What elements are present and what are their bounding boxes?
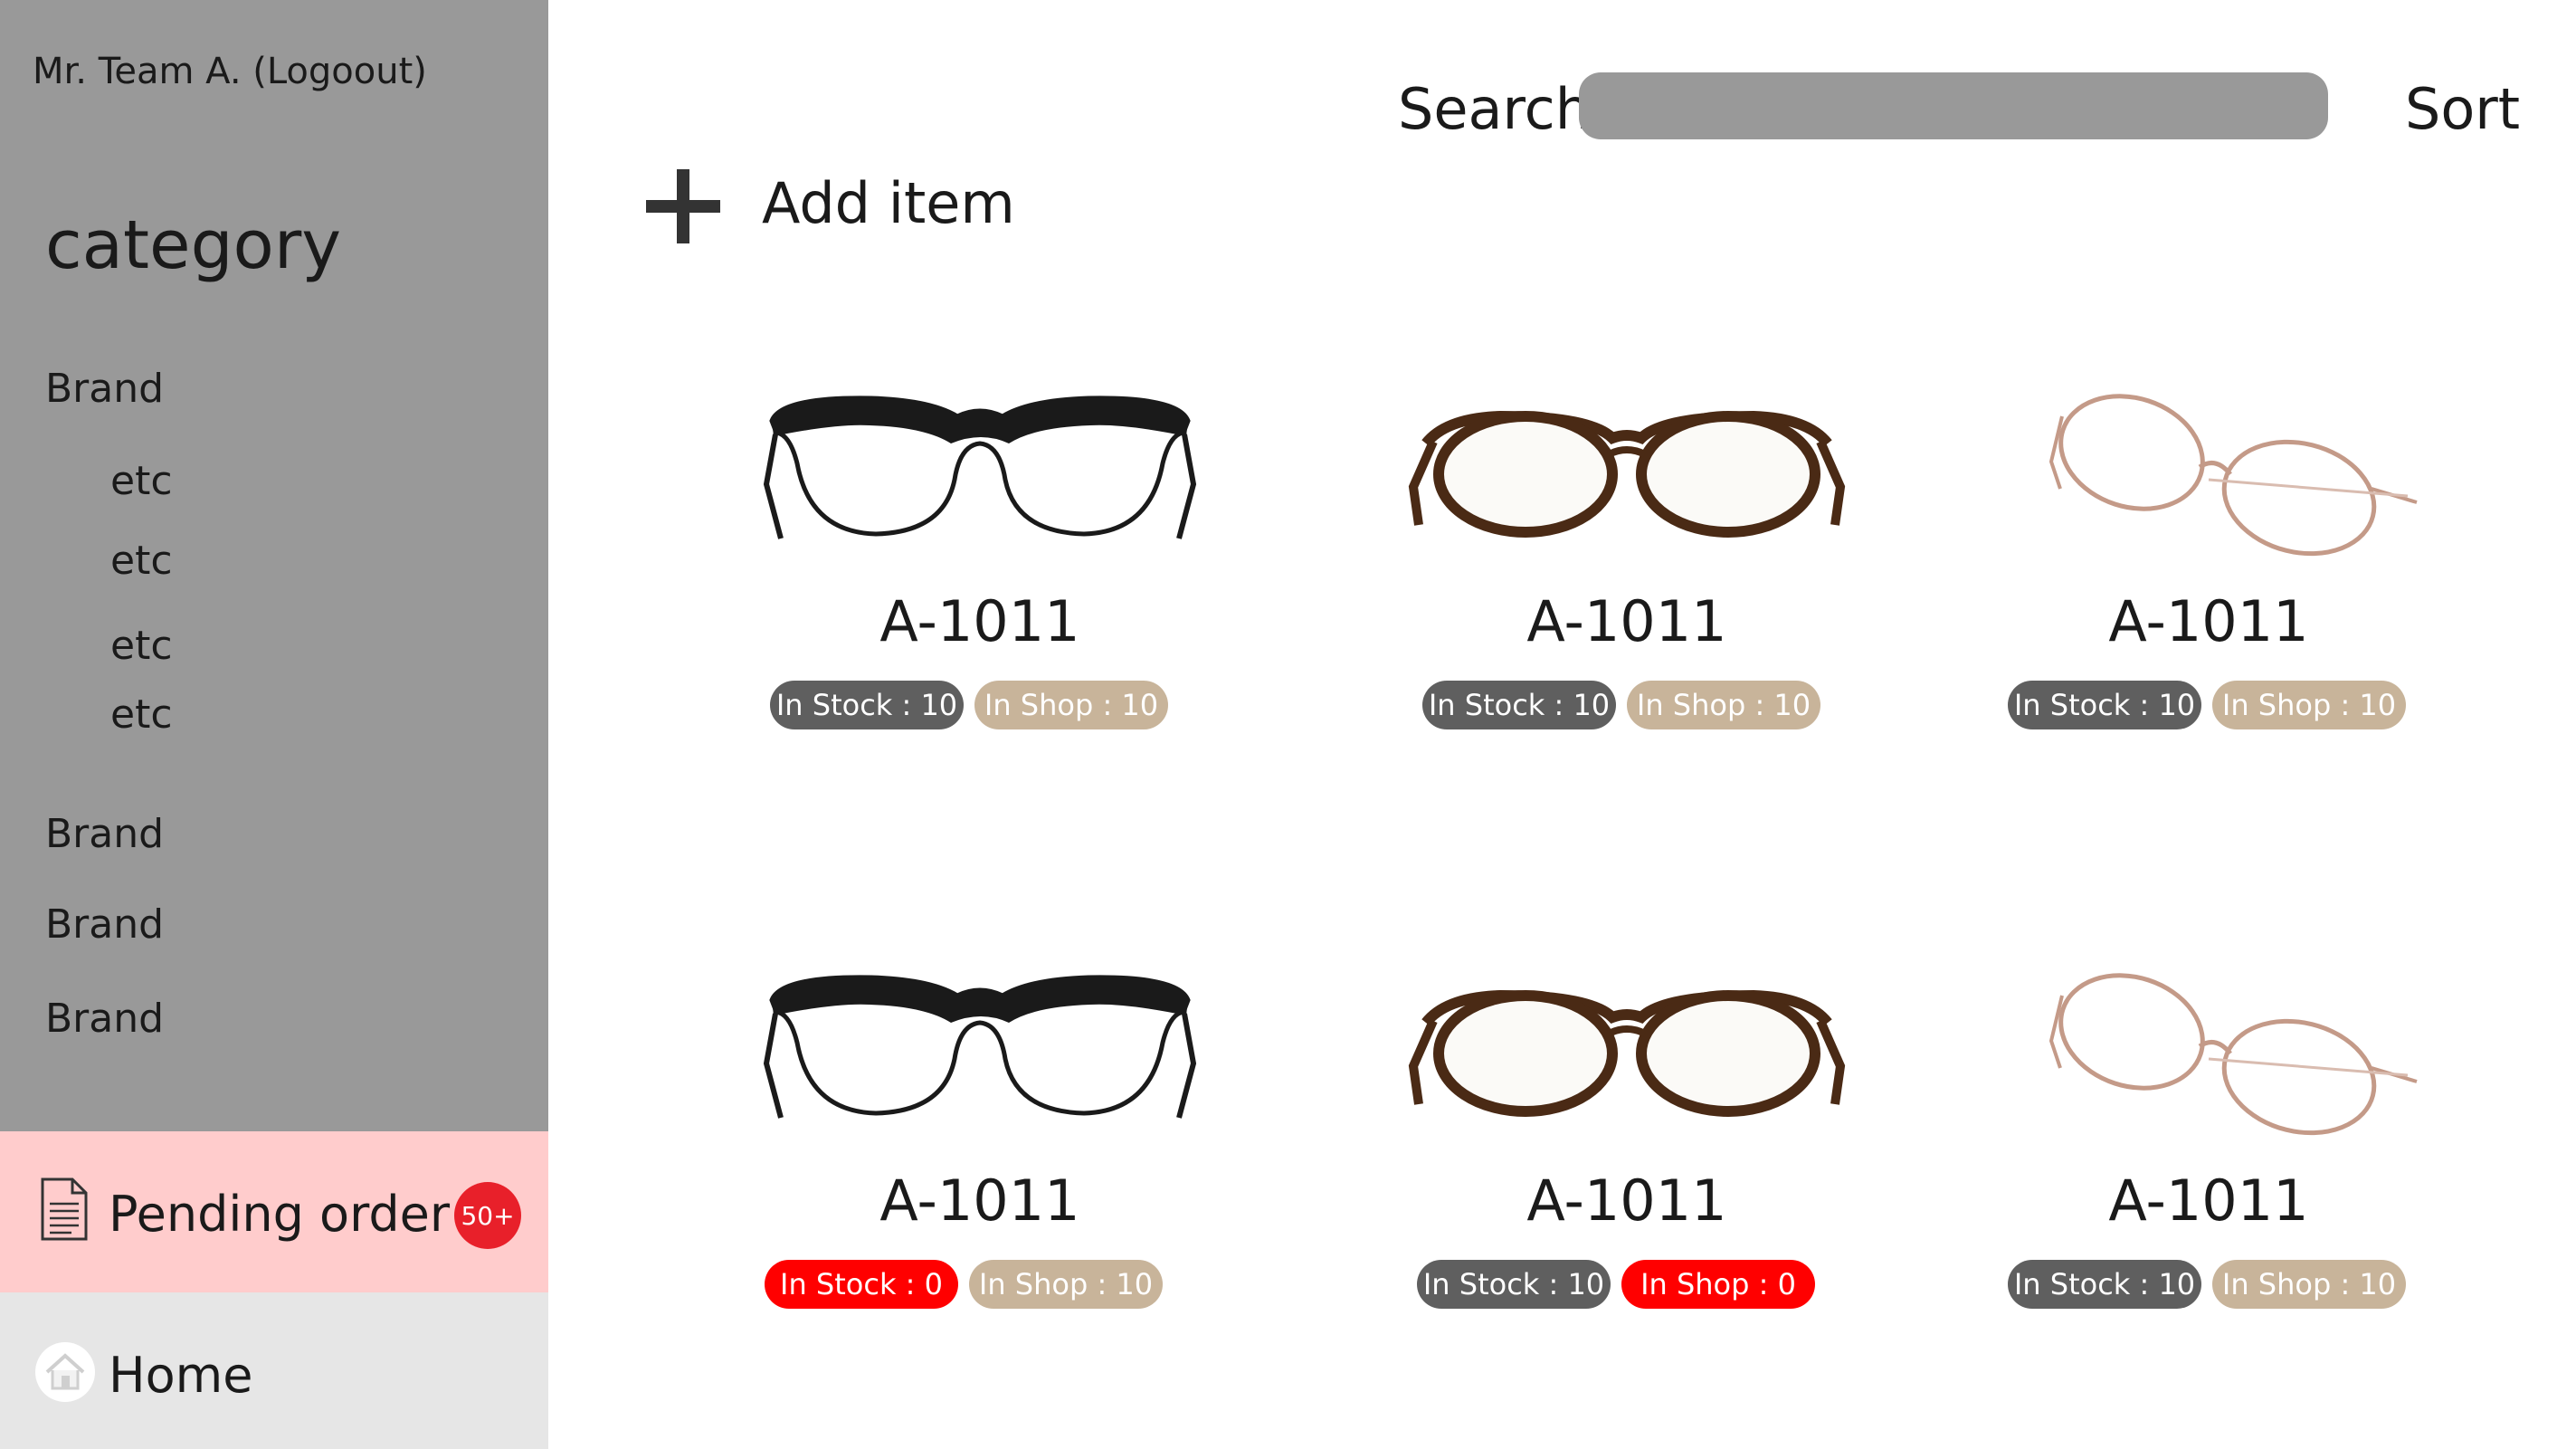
- home-icon: [34, 1341, 96, 1406]
- sidebar-item-brand[interactable]: Brand: [45, 901, 164, 948]
- in-shop-badge: In Shop : 10: [2212, 681, 2406, 729]
- add-item-label: Add item: [762, 170, 1015, 236]
- wire-gold-glasses-image: [2048, 973, 2418, 1136]
- pending-order-label: Pending order: [109, 1186, 451, 1243]
- sidebar-subitem-etc[interactable]: etc: [110, 691, 173, 738]
- in-stock-badge: In Stock : 10: [770, 681, 964, 729]
- browline-glasses-image: [763, 396, 1197, 539]
- home-nav-button[interactable]: Home: [0, 1292, 548, 1449]
- sidebar-subitem-etc[interactable]: etc: [110, 458, 173, 504]
- product-card[interactable]: A-1011 In Stock : 0 In Shop : 10: [745, 959, 1215, 1339]
- in-shop-badge: In Shop : 0: [1621, 1260, 1815, 1309]
- sort-button[interactable]: Sort: [2405, 76, 2520, 142]
- in-stock-badge: In Stock : 10: [1417, 1260, 1611, 1309]
- product-card[interactable]: A-1011 In Stock : 10 In Shop : 10: [1973, 380, 2444, 760]
- round-tortoise-glasses-image: [1408, 410, 1846, 538]
- product-card[interactable]: A-1011 In Stock : 10 In Shop : 10: [1973, 959, 2444, 1339]
- sidebar: Mr. Team A. (Logoout) category Brand etc…: [0, 0, 548, 1449]
- search-input[interactable]: [1579, 72, 2328, 139]
- in-stock-badge: In Stock : 0: [765, 1260, 958, 1309]
- product-card[interactable]: A-1011 In Stock : 10 In Shop : 10: [1392, 380, 1862, 760]
- pending-order-button[interactable]: Pending order 50+: [0, 1131, 548, 1292]
- user-logout-link[interactable]: Mr. Team A. (Logoout): [33, 51, 427, 92]
- in-stock-badge: In Stock : 10: [1422, 681, 1616, 729]
- in-shop-badge: In Shop : 10: [2212, 1260, 2406, 1309]
- home-label: Home: [109, 1347, 253, 1404]
- search-label: Search: [1398, 76, 1592, 142]
- sidebar-item-brand[interactable]: Brand: [45, 996, 164, 1042]
- product-code: A-1011: [879, 1168, 1080, 1234]
- round-tortoise-glasses-image: [1408, 989, 1846, 1117]
- pending-count-badge: 50+: [454, 1182, 521, 1249]
- product-card[interactable]: A-1011 In Stock : 10 In Shop : 10: [745, 380, 1215, 760]
- product-code: A-1011: [1526, 1168, 1727, 1234]
- product-card[interactable]: A-1011 In Stock : 10 In Shop : 0: [1392, 959, 1862, 1339]
- product-code: A-1011: [2108, 588, 2309, 654]
- browline-glasses-image: [763, 975, 1197, 1119]
- sidebar-subitem-etc[interactable]: etc: [110, 538, 173, 584]
- in-shop-badge: In Shop : 10: [969, 1260, 1163, 1309]
- sidebar-subitem-etc[interactable]: etc: [110, 623, 173, 669]
- sidebar-item-brand[interactable]: Brand: [45, 366, 164, 412]
- category-heading: category: [45, 206, 342, 284]
- in-shop-badge: In Shop : 10: [974, 681, 1168, 729]
- plus-icon: [644, 167, 722, 249]
- document-icon: [40, 1177, 89, 1245]
- in-shop-badge: In Shop : 10: [1627, 681, 1820, 729]
- product-code: A-1011: [879, 588, 1080, 654]
- wire-gold-glasses-image: [2048, 394, 2418, 557]
- in-stock-badge: In Stock : 10: [2008, 681, 2201, 729]
- product-code: A-1011: [1526, 588, 1727, 654]
- sidebar-item-brand[interactable]: Brand: [45, 811, 164, 857]
- in-stock-badge: In Stock : 10: [2008, 1260, 2201, 1309]
- product-code: A-1011: [2108, 1168, 2309, 1234]
